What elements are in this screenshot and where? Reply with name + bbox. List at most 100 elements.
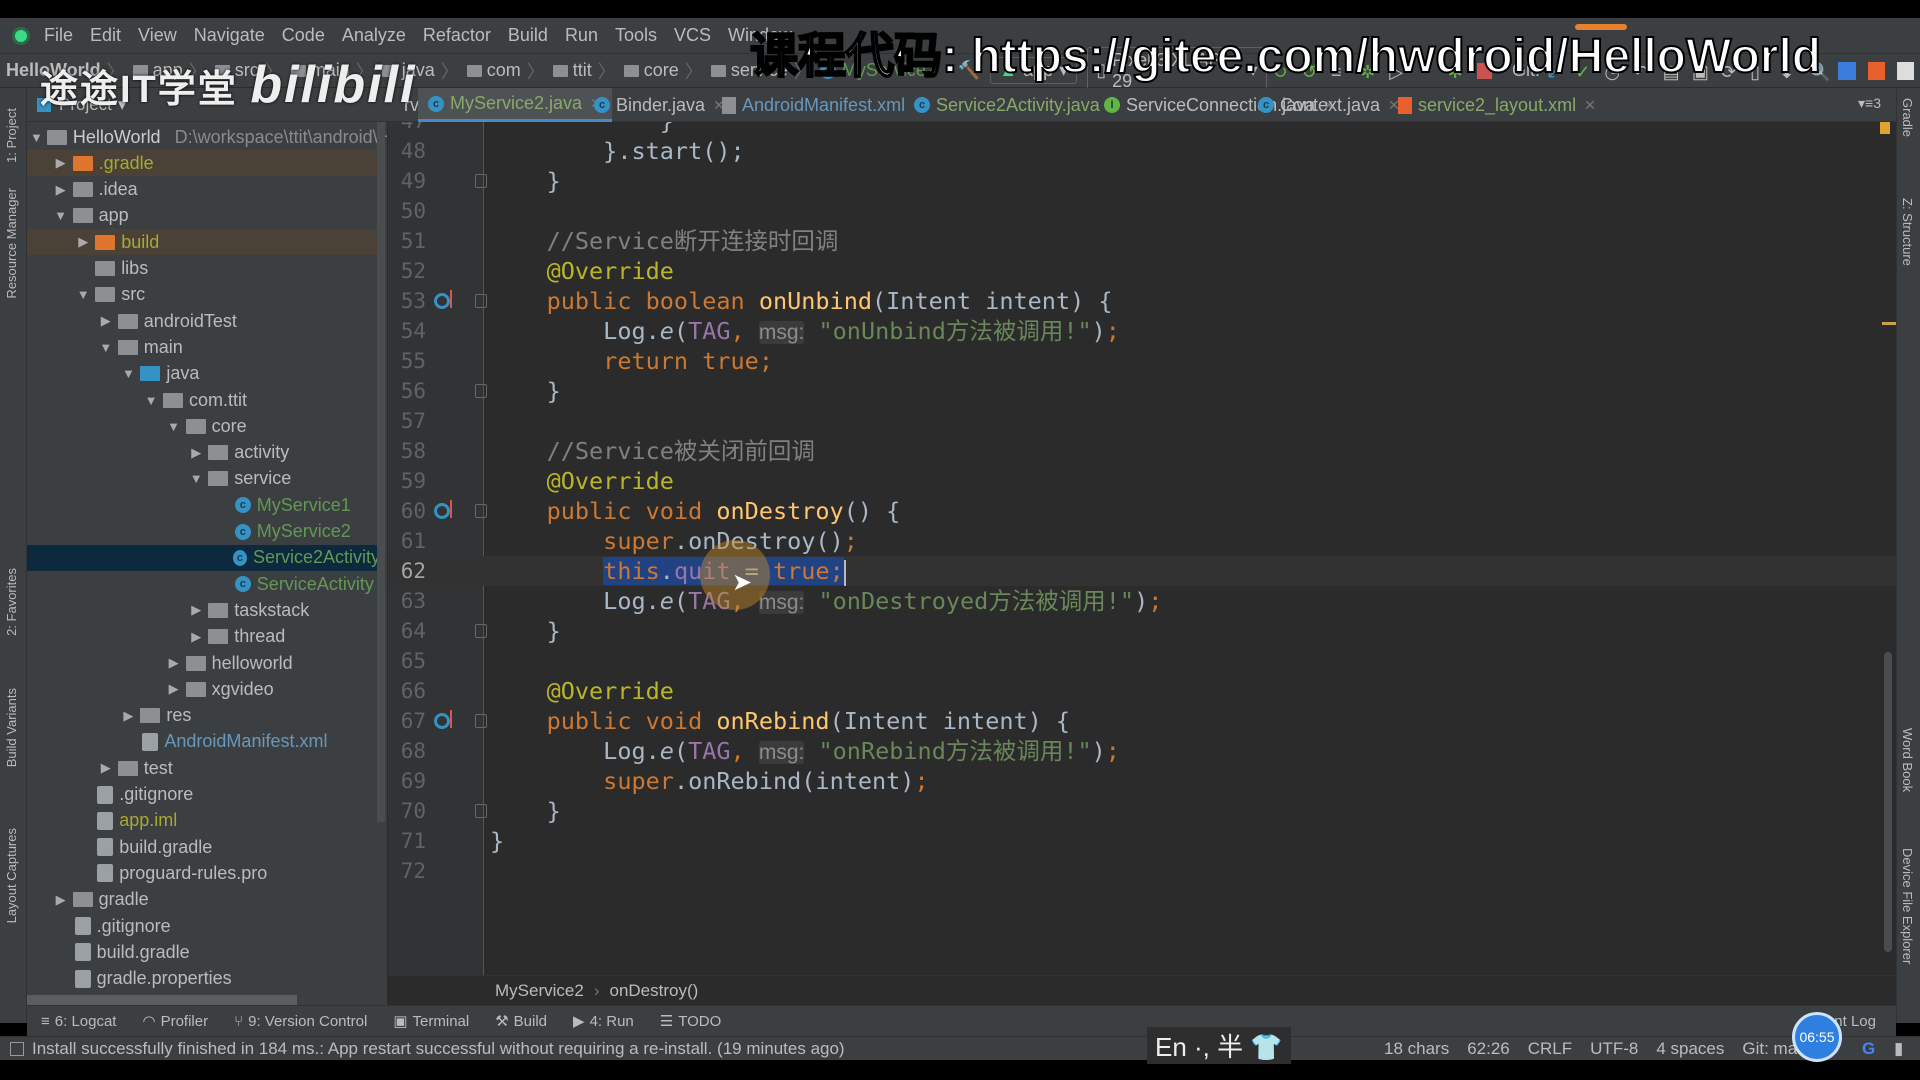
tree-item[interactable]: ▶ thread — [27, 624, 380, 650]
code-editor[interactable]: 47 }48 }.start();49 }5051 //Service断开连接时… — [388, 122, 1896, 975]
code-line[interactable]: 58 //Service被关闭前回调 — [388, 436, 1896, 466]
tree-item[interactable]: ▼ com.ttit — [27, 387, 380, 413]
tree-vscrollbar[interactable] — [377, 122, 385, 822]
code-line[interactable]: 64 } — [388, 616, 1896, 646]
tool-window-gradle[interactable]: Gradle — [1900, 98, 1915, 137]
line-number[interactable]: 64 — [388, 616, 426, 646]
tree-item[interactable]: ▶ taskstack — [27, 597, 380, 623]
breadcrumb-method[interactable]: onDestroy() — [609, 981, 698, 1001]
code-line[interactable]: 68 Log.e(TAG, msg: "onRebind方法被调用!"); — [388, 736, 1896, 766]
menu-item-vcs[interactable]: VCS — [674, 25, 711, 46]
code-line[interactable]: 60 public void onDestroy() { — [388, 496, 1896, 526]
tool-window-2-favorites[interactable]: 2: Favorites — [4, 568, 19, 636]
code-line[interactable]: 70 } — [388, 796, 1896, 826]
line-number[interactable]: 56 — [388, 376, 426, 406]
user-icon[interactable] — [1896, 61, 1914, 80]
caret-position[interactable]: 62:26 — [1467, 1039, 1510, 1059]
menu-item-refactor[interactable]: Refactor — [423, 25, 491, 46]
warning-marker[interactable] — [1880, 122, 1890, 134]
line-number[interactable]: 55 — [388, 346, 426, 376]
code-line[interactable]: 67 public void onRebind(Intent intent) { — [388, 706, 1896, 736]
code-line[interactable]: 49 } — [388, 166, 1896, 196]
chevron-down-icon[interactable]: ▼ — [120, 366, 136, 381]
tool-profiler[interactable]: ◠ Profiler — [142, 1012, 208, 1031]
translate-alt-icon[interactable] — [1867, 61, 1885, 80]
line-number[interactable]: 67 — [388, 706, 426, 736]
chevron-right-icon[interactable]: ▶ — [166, 681, 182, 697]
chevron-right-icon[interactable]: ▶ — [53, 182, 69, 198]
tree-item[interactable]: ▶ .gradle — [27, 150, 380, 177]
tree-item[interactable]: c MyService2 — [27, 519, 380, 545]
chevron-down-icon[interactable]: ▼ — [75, 287, 91, 302]
menu-item-navigate[interactable]: Navigate — [194, 25, 265, 46]
tree-item[interactable]: ▶ test — [27, 755, 380, 781]
tree-item[interactable]: proguard-rules.pro — [27, 860, 380, 886]
line-number[interactable]: 71 — [388, 826, 426, 856]
tree-item[interactable]: ▼ HelloWorld D:\workspace\ttit\android\H — [27, 124, 387, 150]
line-number[interactable]: 47 — [388, 122, 426, 136]
override-method-icon[interactable] — [434, 500, 452, 519]
tool-4-run[interactable]: ▶ 4: Run — [573, 1012, 634, 1031]
fold-marker-icon[interactable] — [475, 714, 487, 728]
tree-item[interactable]: ▶ helloworld — [27, 650, 380, 676]
menu-item-edit[interactable]: Edit — [90, 25, 121, 46]
line-number[interactable]: 62 — [388, 556, 426, 586]
tree-item[interactable]: ▶ res — [27, 703, 380, 729]
tool-6-logcat[interactable]: ≡ 6: Logcat — [41, 1013, 116, 1030]
line-number[interactable]: 66 — [388, 676, 426, 706]
chevron-right-icon[interactable]: ▶ — [188, 602, 204, 618]
tree-item[interactable]: ▼ core — [27, 413, 380, 439]
line-number[interactable]: 54 — [388, 316, 426, 346]
tool-9-version-control[interactable]: ⑂ 9: Version Control — [234, 1013, 367, 1030]
chevron-right-icon[interactable]: ▶ — [188, 445, 204, 461]
tree-item[interactable]: build.gradle — [27, 939, 380, 965]
tree-item[interactable]: libs — [27, 256, 380, 282]
tree-item[interactable]: ▶ build — [27, 229, 380, 256]
tab-androidmanifest-xml[interactable]: AndroidManifest.xml✕ — [712, 88, 935, 122]
line-number[interactable]: 49 — [388, 166, 426, 196]
fold-marker-icon[interactable] — [475, 174, 487, 188]
code-line[interactable]: 53 public boolean onUnbind(Intent intent… — [388, 286, 1896, 316]
nav-crumb[interactable]: core 〉 — [616, 58, 703, 84]
line-number[interactable]: 57 — [388, 406, 426, 436]
tree-item[interactable]: ▼ service — [27, 466, 380, 492]
translate-icon[interactable] — [1838, 61, 1856, 80]
chevron-down-icon[interactable]: ▼ — [98, 340, 114, 355]
code-line[interactable]: 48 }.start(); — [388, 136, 1896, 166]
editor-scrollbar[interactable] — [1884, 652, 1892, 952]
line-number[interactable]: 52 — [388, 256, 426, 286]
breadcrumb-class[interactable]: MyService2 — [495, 981, 584, 1001]
chevron-right-icon[interactable]: ▶ — [188, 629, 204, 645]
code-line[interactable]: 59 @Override — [388, 466, 1896, 496]
tree-item[interactable]: ▶ activity — [27, 440, 380, 466]
line-number[interactable]: 59 — [388, 466, 426, 496]
tool-window-device-file-explorer[interactable]: Device File Explorer — [1900, 848, 1915, 964]
line-number[interactable]: 65 — [388, 646, 426, 676]
chevron-right-icon[interactable]: ▶ — [166, 655, 182, 671]
menu-item-tools[interactable]: Tools — [615, 25, 657, 46]
tree-item[interactable]: ▶ gradle — [27, 887, 380, 913]
code-line[interactable]: 66 @Override — [388, 676, 1896, 706]
tab-service2-layout-xml[interactable]: service2_layout.xml ✕ — [1388, 88, 1606, 122]
tree-item[interactable]: ▼ main — [27, 334, 380, 360]
chevron-right-icon[interactable]: ▶ — [120, 708, 136, 724]
line-number[interactable]: 48 — [388, 136, 426, 166]
code-line[interactable]: 65 — [388, 646, 1896, 676]
code-line[interactable]: 50 — [388, 196, 1896, 226]
code-line[interactable]: 51 //Service断开连接时回调 — [388, 226, 1896, 256]
menu-item-view[interactable]: View — [138, 25, 177, 46]
fold-marker-icon[interactable] — [475, 504, 487, 518]
tree-scrollbar[interactable] — [27, 995, 297, 1005]
tree-item[interactable]: ▼ app — [27, 203, 380, 229]
tab-context-java[interactable]: c Context.java ✕ — [1248, 88, 1410, 122]
tree-item[interactable]: gradle.properties — [27, 966, 380, 992]
line-number[interactable]: 68 — [388, 736, 426, 766]
line-number[interactable]: 69 — [388, 766, 426, 796]
tree-item[interactable]: ▶ androidTest — [27, 308, 380, 334]
line-number[interactable]: 50 — [388, 196, 426, 226]
code-line[interactable]: 52 @Override — [388, 256, 1896, 286]
menu-item-code[interactable]: Code — [282, 25, 325, 46]
tool-terminal[interactable]: ▣ Terminal — [393, 1012, 469, 1031]
tree-item[interactable]: ▶ xgvideo — [27, 676, 380, 702]
chevron-down-icon[interactable]: ▼ — [166, 419, 182, 434]
